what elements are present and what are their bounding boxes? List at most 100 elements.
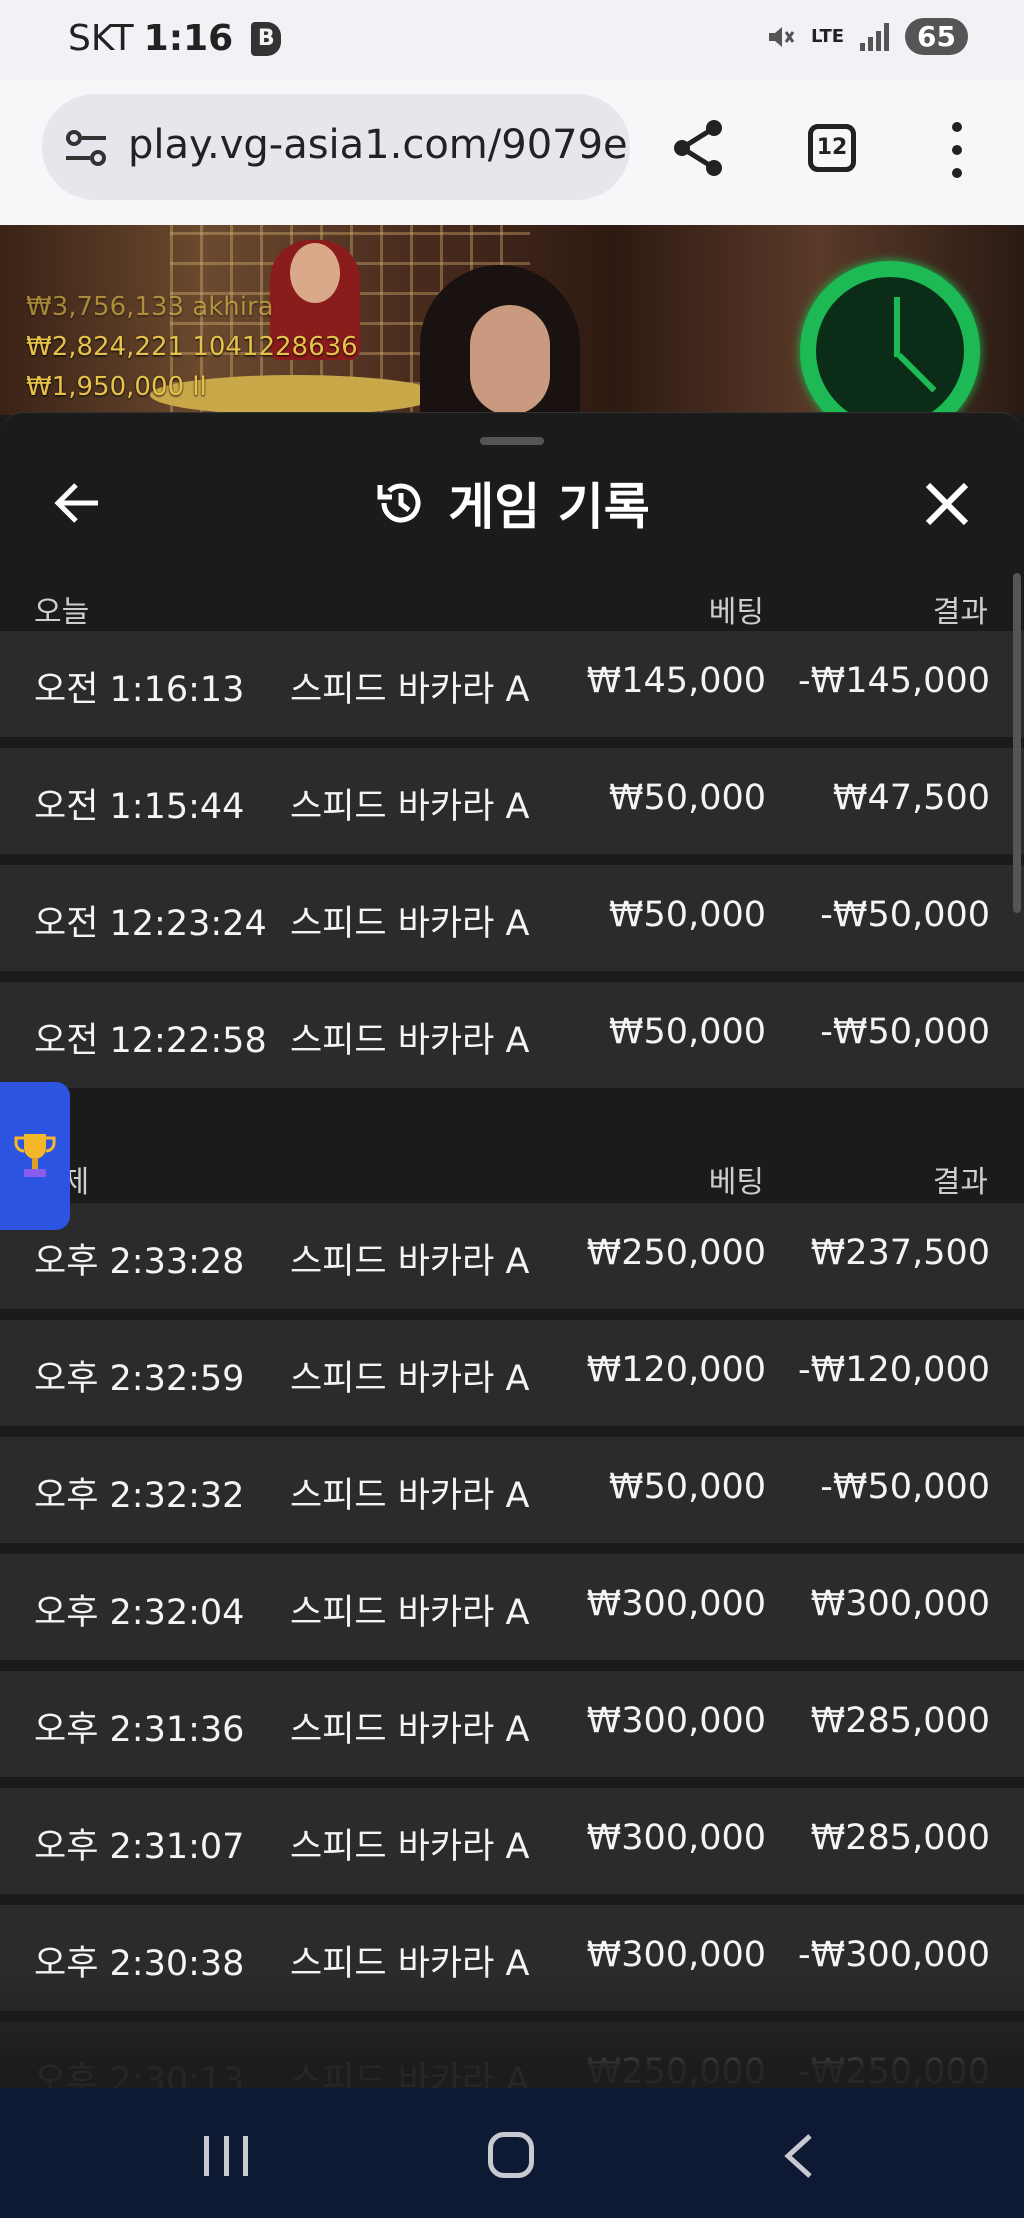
winner-row: ₩3,756,133 akhira (26, 292, 274, 322)
row-game: 스피드 바카라 A (290, 904, 530, 944)
section-header-yesterday: 어제 베팅 결과 (0, 1143, 1024, 1209)
dealer-face (470, 305, 550, 415)
system-nav-bar (0, 2088, 1024, 2218)
site-settings-icon[interactable] (64, 128, 108, 168)
clock: 1:16 (143, 18, 234, 59)
carrier-label: SKT (68, 18, 134, 59)
address-bar[interactable]: play.vg-asia1.com/9079e8 (42, 94, 630, 200)
history-row[interactable]: 오전 12:23:24 스피드 바카라 A ₩50,000 -₩50,000 (0, 865, 1024, 971)
row-result: ₩47,500 (832, 778, 990, 818)
row-result: ₩237,500 (810, 1233, 990, 1273)
row-time: 오후 2:32:59 (34, 1359, 245, 1399)
history-row[interactable]: 오전 12:22:58 스피드 바카라 A ₩50,000 -₩50,000 (0, 982, 1024, 1088)
row-time: 오후 2:31:36 (34, 1710, 245, 1750)
row-result: ₩285,000 (810, 1818, 990, 1858)
row-result: -₩120,000 (798, 1350, 990, 1390)
browser-toolbar: play.vg-asia1.com/9079e8 12 (0, 80, 1024, 225)
row-time: 오전 1:16:13 (34, 670, 245, 710)
back-arrow-icon[interactable] (52, 481, 100, 525)
row-time: 오후 2:33:28 (34, 1242, 245, 1282)
row-game: 스피드 바카라 A (290, 670, 530, 710)
row-bet: ₩145,000 (586, 661, 766, 701)
history-row[interactable]: 오후 2:32:32 스피드 바카라 A ₩50,000 -₩50,000 (0, 1437, 1024, 1543)
row-game: 스피드 바카라 A (290, 787, 530, 827)
history-row[interactable]: 오전 1:15:44 스피드 바카라 A ₩50,000 ₩47,500 (0, 748, 1024, 854)
row-bet: ₩250,000 (586, 2052, 766, 2088)
row-time: 오전 1:15:44 (34, 787, 245, 827)
row-result: -₩145,000 (798, 661, 990, 701)
title-wrap: 게임 기록 (0, 453, 1024, 553)
row-result: ₩285,000 (810, 1701, 990, 1741)
result-column-header: 결과 (932, 595, 988, 630)
winners-list: ₩3,756,133 akhira ₩2,824,221 1041228636 … (26, 287, 358, 407)
row-time: 오후 2:32:04 (34, 1593, 245, 1633)
panel-header: 게임 기록 (0, 453, 1024, 553)
row-time: 오후 2:32:32 (34, 1476, 245, 1516)
live-video-stream: ₩3,756,133 akhira ₩2,824,221 1041228636 … (0, 225, 1024, 415)
battery-indicator: 65 (905, 18, 968, 55)
status-right: LTE 65 (765, 18, 968, 55)
row-bet: ₩50,000 (608, 895, 766, 935)
row-game: 스피드 바카라 A (290, 1944, 530, 1984)
row-result: -₩50,000 (820, 1467, 990, 1507)
row-bet: ₩300,000 (586, 1818, 766, 1858)
row-result: -₩250,000 (798, 2052, 990, 2088)
row-result: ₩300,000 (810, 1584, 990, 1624)
leaderboard-tab[interactable] (0, 1082, 70, 1230)
row-bet: ₩50,000 (608, 1012, 766, 1052)
history-row[interactable]: 오후 2:30:13 스피드 바카라 A ₩250,000 -₩250,000 (0, 2022, 1024, 2088)
signal-icon (860, 22, 890, 51)
history-row[interactable]: 오후 2:33:28 스피드 바카라 A ₩250,000 ₩237,500 (0, 1203, 1024, 1309)
tab-switcher-button[interactable]: 12 (808, 124, 856, 172)
row-bet: ₩120,000 (586, 1350, 766, 1390)
result-column-header: 결과 (932, 1165, 988, 1200)
bet-column-header: 베팅 (708, 1165, 764, 1200)
row-game: 스피드 바카라 A (290, 1476, 530, 1516)
row-bet: ₩300,000 (586, 1935, 766, 1975)
row-game: 스피드 바카라 A (290, 1021, 530, 1061)
winner-row: ₩1,950,000 ll (26, 372, 207, 402)
b-app-icon: B (251, 21, 282, 56)
panel-title: 게임 기록 (448, 478, 650, 536)
history-row[interactable]: 오후 2:31:36 스피드 바카라 A ₩300,000 ₩285,000 (0, 1671, 1024, 1777)
row-game: 스피드 바카라 A (290, 1359, 530, 1399)
row-time: 오후 2:31:07 (34, 1827, 245, 1867)
row-result: -₩300,000 (798, 1935, 990, 1975)
history-row[interactable]: 오전 1:16:13 스피드 바카라 A ₩145,000 -₩145,000 (0, 631, 1024, 737)
back-icon[interactable] (780, 2132, 820, 2180)
status-bar: SKT 1:16 B LTE 65 (0, 0, 1024, 80)
row-time: 오후 2:30:13 (34, 2061, 245, 2088)
url-text[interactable]: play.vg-asia1.com/9079e8 (128, 122, 630, 168)
scrollbar[interactable] (1013, 573, 1021, 913)
status-left: SKT 1:16 B (68, 18, 282, 59)
more-menu-icon[interactable] (950, 122, 964, 178)
row-bet: ₩300,000 (586, 1584, 766, 1624)
history-row[interactable]: 오후 2:30:38 스피드 바카라 A ₩300,000 -₩300,000 (0, 1905, 1024, 2011)
history-row[interactable]: 오후 2:32:04 스피드 바카라 A ₩300,000 ₩300,000 (0, 1554, 1024, 1660)
mute-icon (768, 26, 795, 47)
row-result: -₩50,000 (820, 1012, 990, 1052)
timer-icon (800, 261, 980, 415)
row-game: 스피드 바카라 A (290, 2061, 530, 2088)
row-bet: ₩250,000 (586, 1233, 766, 1273)
winner-row: ₩2,824,221 1041228636 (26, 332, 358, 362)
history-icon (377, 483, 421, 523)
share-icon[interactable] (670, 118, 726, 178)
close-icon[interactable] (924, 481, 970, 527)
history-row[interactable]: 오후 2:31:07 스피드 바카라 A ₩300,000 ₩285,000 (0, 1788, 1024, 1894)
section-label: 오늘 (34, 595, 90, 630)
network-type: LTE (810, 25, 845, 47)
drag-handle[interactable] (480, 437, 544, 445)
recent-apps-icon[interactable] (204, 2136, 248, 2176)
section-header-today: 오늘 베팅 결과 (0, 573, 1024, 639)
row-game: 스피드 바카라 A (290, 1242, 530, 1282)
row-bet: ₩50,000 (608, 1467, 766, 1507)
bet-column-header: 베팅 (708, 595, 764, 630)
row-game: 스피드 바카라 A (290, 1827, 530, 1867)
row-result: -₩50,000 (820, 895, 990, 935)
game-history-panel: 게임 기록 오늘 베팅 결과 오전 1:16:13 스피드 바카라 A ₩145… (0, 412, 1024, 2088)
home-icon[interactable] (488, 2132, 534, 2178)
history-row[interactable]: 오후 2:32:59 스피드 바카라 A ₩120,000 -₩120,000 (0, 1320, 1024, 1426)
row-game: 스피드 바카라 A (290, 1710, 530, 1750)
trophy-icon (14, 1134, 56, 1177)
